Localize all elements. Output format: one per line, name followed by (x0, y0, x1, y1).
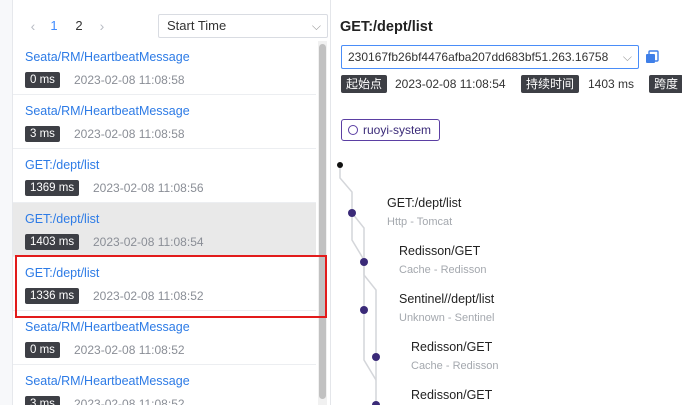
service-name: ruoyi-system (363, 123, 432, 137)
trace-start-time: 2023-02-08 11:08:56 (93, 181, 204, 195)
trace-start-time: 2023-02-08 11:08:54 (93, 235, 204, 249)
tree-line-sub2 (363, 310, 377, 381)
span-node-dot (360, 306, 368, 314)
copy-icon[interactable] (645, 50, 659, 64)
trace-endpoint[interactable]: Seata/RM/HeartbeatMessage (25, 50, 190, 64)
start-time-value: 2023-02-08 11:08:54 (395, 77, 506, 91)
trace-endpoint[interactable]: GET:/dept/list (25, 158, 99, 172)
span-label-tag: 跨度 (649, 75, 682, 93)
duration-badge: 3 ms (25, 126, 60, 142)
trace-id-value: 230167fb26bf4476afba207dd683bf51.263.167… (348, 50, 609, 64)
span-component: Http - Tomcat (387, 216, 453, 228)
trace-list-panel: ‹ 1 2 › Start Time ⌵ Seata/RM/HeartbeatM… (13, 0, 331, 405)
sort-select-value: Start Time (167, 18, 227, 33)
duration-value: 1403 ms (588, 77, 635, 91)
prev-page-button[interactable]: ‹ (22, 15, 44, 37)
root-node-dot (337, 162, 343, 168)
chevron-down-icon: ⌵ (311, 19, 321, 33)
span-node-dot (372, 401, 380, 405)
trace-item-selected[interactable]: GET:/dept/list 1403 ms 2023-02-08 11:08:… (13, 203, 316, 257)
trace-list-scrollbar[interactable] (318, 41, 327, 405)
sort-select[interactable]: Start Time ⌵ (158, 14, 328, 38)
span-node-dot (372, 353, 380, 361)
selection-highlight-box (15, 255, 327, 318)
trace-start-time: 2023-02-08 11:08:58 (74, 73, 185, 87)
trace-endpoint[interactable]: GET:/dept/list (25, 212, 99, 226)
trace-item[interactable]: Seata/RM/HeartbeatMessage 0 ms 2023-02-0… (13, 311, 316, 365)
trace-endpoint[interactable]: Seata/RM/HeartbeatMessage (25, 104, 190, 118)
span-name[interactable]: Redisson/GET (411, 340, 492, 354)
span-tree-connectors (337, 162, 380, 405)
trace-id-select[interactable]: 230167fb26bf4476afba207dd683bf51.263.167… (341, 45, 639, 69)
trace-endpoint[interactable]: Seata/RM/HeartbeatMessage (25, 374, 190, 388)
span-node-dot (348, 209, 356, 217)
trace-item[interactable]: GET:/dept/list 1369 ms 2023-02-08 11:08:… (13, 149, 316, 203)
span-node-dot (360, 258, 368, 266)
duration-badge: 0 ms (25, 72, 60, 88)
start-label-tag: 起始点 (341, 75, 388, 93)
span-tree: GET:/dept/list Http - Tomcat Redisson/GE… (332, 150, 682, 405)
span-component: Cache - Redisson (411, 360, 499, 372)
next-page-button[interactable]: › (91, 15, 113, 37)
detail-title: GET:/dept/list (340, 19, 433, 35)
span-name[interactable]: Redisson/GET (411, 388, 492, 402)
trace-detail-panel: GET:/dept/list 230167fb26bf4476afba207dd… (332, 0, 682, 405)
trace-item[interactable]: Seata/RM/HeartbeatMessage 3 ms 2023-02-0… (13, 365, 316, 405)
pagination: ‹ 1 2 › Start Time ⌵ (13, 11, 331, 41)
duration-badge: 1403 ms (25, 234, 80, 250)
span-name[interactable]: Redisson/GET (399, 244, 480, 258)
duration-badge: 3 ms (25, 396, 60, 405)
service-circle-icon (348, 125, 358, 135)
page-2-button[interactable]: 2 (68, 15, 90, 37)
trace-start-time: 2023-02-08 11:08:58 (74, 127, 185, 141)
trace-endpoint[interactable]: Seata/RM/HeartbeatMessage (25, 320, 190, 334)
service-badge[interactable]: ruoyi-system (341, 119, 441, 141)
span-name[interactable]: GET:/dept/list (387, 196, 461, 210)
trace-start-time: 2023-02-08 11:08:52 (74, 343, 185, 357)
trace-start-time: 2023-02-08 11:08:52 (74, 397, 185, 405)
span-name[interactable]: Sentinel//dept/list (399, 292, 494, 306)
duration-badge: 0 ms (25, 342, 60, 358)
tree-line-sub (363, 262, 377, 405)
page-1-button[interactable]: 1 (43, 15, 65, 37)
duration-badge: 1369 ms (25, 180, 80, 196)
chevron-down-icon: ⌵ (618, 46, 632, 68)
span-component: Cache - Redisson (399, 264, 487, 276)
trace-item[interactable]: Seata/RM/HeartbeatMessage 3 ms 2023-02-0… (13, 95, 316, 149)
trace-list: Seata/RM/HeartbeatMessage 0 ms 2023-02-0… (13, 41, 316, 405)
scrollbar-thumb[interactable] (319, 44, 326, 399)
trace-item[interactable]: Seata/RM/HeartbeatMessage 0 ms 2023-02-0… (13, 41, 316, 95)
duration-label-tag: 持续时间 (521, 75, 580, 93)
left-rail (0, 0, 13, 405)
span-component: Unknown - Sentinel (399, 312, 495, 324)
